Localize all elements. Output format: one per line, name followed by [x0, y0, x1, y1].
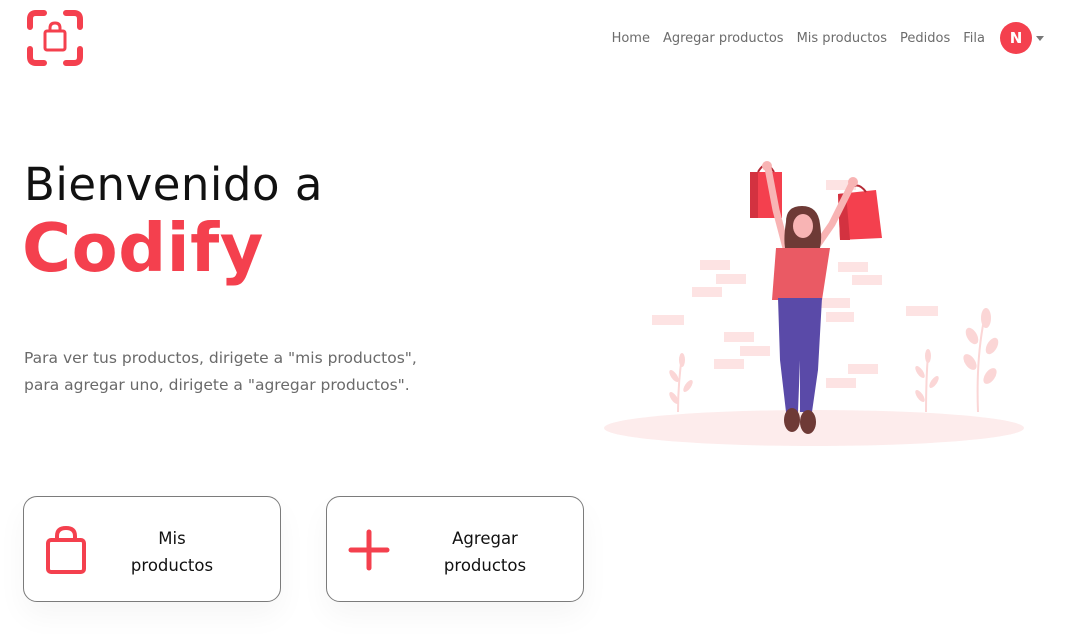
agregar-productos-label-line-1: Agregar: [452, 529, 518, 548]
nav-fila[interactable]: Fila: [963, 31, 985, 46]
woman-shopping-illustration: [604, 161, 1024, 446]
nav-mis-productos[interactable]: Mis productos: [797, 31, 887, 46]
avatar[interactable]: N: [1000, 22, 1032, 54]
navbar: Home Agregar productos Mis productos Ped…: [612, 22, 1044, 54]
user-menu[interactable]: N: [1000, 22, 1044, 54]
logo-icon[interactable]: [26, 9, 84, 67]
nav-pedidos[interactable]: Pedidos: [900, 31, 950, 46]
agregar-productos-label-line-2: productos: [443, 556, 527, 575]
nav-home[interactable]: Home: [612, 31, 650, 46]
hero-title: Bienvenido a: [24, 158, 323, 211]
hero-description-line-1: Para ver tus productos, dirigete a "mis …: [24, 349, 417, 367]
agregar-productos-label: Agregar productos: [415, 525, 555, 579]
hero-brand-name: Codify: [22, 209, 264, 287]
page: Home Agregar productos Mis productos Ped…: [0, 0, 1070, 634]
caret-down-icon[interactable]: [1036, 35, 1044, 41]
mis-productos-label-line-2: productos: [130, 556, 214, 575]
hero-description: Para ver tus productos, dirigete a "mis …: [24, 345, 494, 399]
mis-productos-card[interactable]: Mis productos: [23, 496, 281, 602]
agregar-productos-card[interactable]: Agregar productos: [326, 496, 584, 602]
plus-icon: [348, 529, 390, 571]
shopping-bag-icon: [46, 526, 86, 574]
hero-description-line-2: para agregar uno, dirigete a "agregar pr…: [24, 376, 410, 394]
nav-agregar-productos[interactable]: Agregar productos: [663, 31, 784, 46]
mis-productos-label-line-1: Mis: [158, 529, 186, 548]
mis-productos-label: Mis productos: [102, 525, 242, 579]
